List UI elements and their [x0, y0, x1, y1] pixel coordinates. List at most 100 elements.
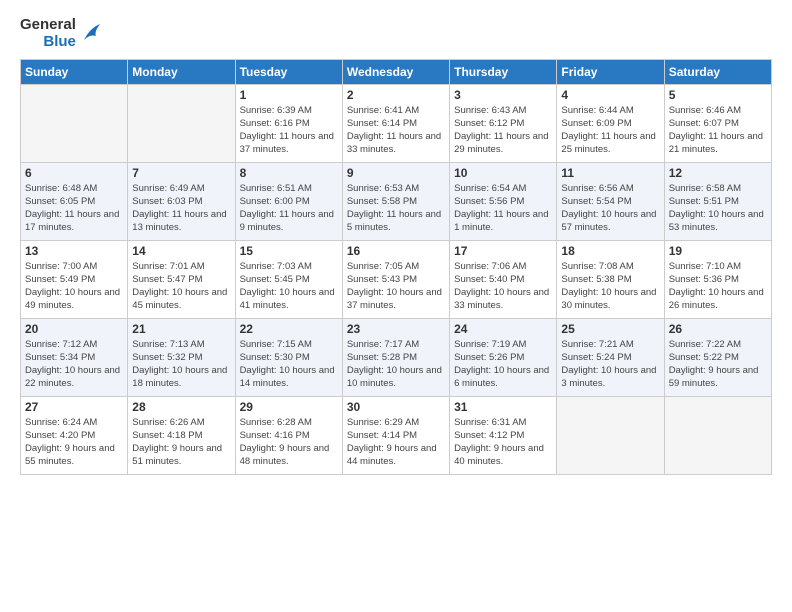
- day-info: Sunrise: 7:15 AM Sunset: 5:30 PM Dayligh…: [240, 338, 338, 391]
- calendar-cell: 11 Sunrise: 6:56 AM Sunset: 5:54 PM Dayli…: [557, 162, 664, 240]
- col-header-wednesday: Wednesday: [342, 59, 449, 84]
- calendar-cell: 1Sunrise: 6:39 AM Sunset: 6:16 PM Daylig…: [235, 84, 342, 162]
- day-info: Sunrise: 6:43 AM Sunset: 6:12 PM Dayligh…: [454, 104, 552, 157]
- day-info: Sunrise: 6:53 AM Sunset: 5:58 PM Dayligh…: [347, 182, 445, 235]
- day-number: 9: [347, 166, 445, 180]
- day-number: 12: [669, 166, 767, 180]
- day-number: 21: [132, 322, 230, 336]
- day-number: 19: [669, 244, 767, 258]
- calendar-cell: 19 Sunrise: 7:10 AM Sunset: 5:36 PM Dayli…: [664, 240, 771, 318]
- logo-blue: Blue: [43, 33, 76, 50]
- calendar-cell: 23Sunrise: 7:17 AM Sunset: 5:28 PM Dayli…: [342, 318, 449, 396]
- calendar-cell: [664, 396, 771, 474]
- calendar-cell: 13Sunrise: 7:00 AM Sunset: 5:49 PM Dayli…: [21, 240, 128, 318]
- day-info: Sunrise: 7:06 AM Sunset: 5:40 PM Dayligh…: [454, 260, 552, 313]
- day-info: Sunrise: 7:17 AM Sunset: 5:28 PM Dayligh…: [347, 338, 445, 391]
- calendar-cell: 26 Sunrise: 7:22 AM Sunset: 5:22 PM Dayli…: [664, 318, 771, 396]
- calendar-week-1: 1Sunrise: 6:39 AM Sunset: 6:16 PM Daylig…: [21, 84, 772, 162]
- day-info: Sunrise: 7:21 AM Sunset: 5:24 PM Dayligh…: [561, 338, 659, 391]
- calendar-cell: 6 Sunrise: 6:48 AM Sunset: 6:05 PM Daylig…: [21, 162, 128, 240]
- day-number: 15: [240, 244, 338, 258]
- day-number: 24: [454, 322, 552, 336]
- col-header-monday: Monday: [128, 59, 235, 84]
- day-info: Sunrise: 6:26 AM Sunset: 4:18 PM Dayligh…: [132, 416, 230, 469]
- calendar-cell: 12 Sunrise: 6:58 AM Sunset: 5:51 PM Dayli…: [664, 162, 771, 240]
- day-info: Sunrise: 6:29 AM Sunset: 4:14 PM Dayligh…: [347, 416, 445, 469]
- calendar-cell: 16 Sunrise: 7:05 AM Sunset: 5:43 PM Dayli…: [342, 240, 449, 318]
- col-header-tuesday: Tuesday: [235, 59, 342, 84]
- day-info: Sunrise: 6:49 AM Sunset: 6:03 PM Dayligh…: [132, 182, 230, 235]
- calendar-cell: 10 Sunrise: 6:54 AM Sunset: 5:56 PM Dayli…: [450, 162, 557, 240]
- day-info: Sunrise: 6:58 AM Sunset: 5:51 PM Dayligh…: [669, 182, 767, 235]
- calendar-week-4: 20 Sunrise: 7:12 AM Sunset: 5:34 PM Dayli…: [21, 318, 772, 396]
- day-info: Sunrise: 6:54 AM Sunset: 5:56 PM Dayligh…: [454, 182, 552, 235]
- day-number: 27: [25, 400, 123, 414]
- day-info: Sunrise: 7:10 AM Sunset: 5:36 PM Dayligh…: [669, 260, 767, 313]
- day-info: Sunrise: 6:41 AM Sunset: 6:14 PM Dayligh…: [347, 104, 445, 157]
- day-number: 3: [454, 88, 552, 102]
- day-info: Sunrise: 6:31 AM Sunset: 4:12 PM Dayligh…: [454, 416, 552, 469]
- day-number: 18: [561, 244, 659, 258]
- calendar-cell: [557, 396, 664, 474]
- day-info: Sunrise: 7:08 AM Sunset: 5:38 PM Dayligh…: [561, 260, 659, 313]
- col-header-friday: Friday: [557, 59, 664, 84]
- day-info: Sunrise: 6:44 AM Sunset: 6:09 PM Dayligh…: [561, 104, 659, 157]
- day-info: Sunrise: 6:56 AM Sunset: 5:54 PM Dayligh…: [561, 182, 659, 235]
- logo-general: General: [20, 16, 76, 33]
- logo-bird-icon: [80, 22, 102, 44]
- calendar-page: General Blue SundayMondayTuesdayWednesda…: [0, 0, 792, 612]
- day-number: 11: [561, 166, 659, 180]
- day-number: 7: [132, 166, 230, 180]
- calendar-cell: 29Sunrise: 6:28 AM Sunset: 4:16 PM Dayli…: [235, 396, 342, 474]
- day-info: Sunrise: 6:46 AM Sunset: 6:07 PM Dayligh…: [669, 104, 767, 157]
- day-number: 14: [132, 244, 230, 258]
- calendar-cell: 2 Sunrise: 6:41 AM Sunset: 6:14 PM Daylig…: [342, 84, 449, 162]
- day-info: Sunrise: 7:19 AM Sunset: 5:26 PM Dayligh…: [454, 338, 552, 391]
- calendar-cell: 22 Sunrise: 7:15 AM Sunset: 5:30 PM Dayli…: [235, 318, 342, 396]
- day-number: 8: [240, 166, 338, 180]
- header: General Blue: [20, 16, 772, 51]
- day-number: 20: [25, 322, 123, 336]
- day-number: 28: [132, 400, 230, 414]
- day-number: 13: [25, 244, 123, 258]
- calendar-cell: 7 Sunrise: 6:49 AM Sunset: 6:03 PM Daylig…: [128, 162, 235, 240]
- day-number: 26: [669, 322, 767, 336]
- calendar-cell: 17 Sunrise: 7:06 AM Sunset: 5:40 PM Dayli…: [450, 240, 557, 318]
- calendar-cell: 28 Sunrise: 6:26 AM Sunset: 4:18 PM Dayli…: [128, 396, 235, 474]
- calendar-week-2: 6 Sunrise: 6:48 AM Sunset: 6:05 PM Daylig…: [21, 162, 772, 240]
- day-number: 30: [347, 400, 445, 414]
- calendar-cell: 24 Sunrise: 7:19 AM Sunset: 5:26 PM Dayli…: [450, 318, 557, 396]
- col-header-saturday: Saturday: [664, 59, 771, 84]
- calendar-week-5: 27Sunrise: 6:24 AM Sunset: 4:20 PM Dayli…: [21, 396, 772, 474]
- logo: General Blue: [20, 16, 102, 51]
- day-number: 22: [240, 322, 338, 336]
- calendar-cell: 18 Sunrise: 7:08 AM Sunset: 5:38 PM Dayli…: [557, 240, 664, 318]
- calendar-cell: 14 Sunrise: 7:01 AM Sunset: 5:47 PM Dayli…: [128, 240, 235, 318]
- day-number: 2: [347, 88, 445, 102]
- day-number: 31: [454, 400, 552, 414]
- day-number: 6: [25, 166, 123, 180]
- day-info: Sunrise: 6:51 AM Sunset: 6:00 PM Dayligh…: [240, 182, 338, 235]
- calendar-cell: 8 Sunrise: 6:51 AM Sunset: 6:00 PM Daylig…: [235, 162, 342, 240]
- calendar-cell: 25 Sunrise: 7:21 AM Sunset: 5:24 PM Dayli…: [557, 318, 664, 396]
- day-info: Sunrise: 7:01 AM Sunset: 5:47 PM Dayligh…: [132, 260, 230, 313]
- day-number: 5: [669, 88, 767, 102]
- calendar-cell: [21, 84, 128, 162]
- calendar-cell: 4Sunrise: 6:44 AM Sunset: 6:09 PM Daylig…: [557, 84, 664, 162]
- day-number: 10: [454, 166, 552, 180]
- calendar-cell: [128, 84, 235, 162]
- calendar-cell: 21Sunrise: 7:13 AM Sunset: 5:32 PM Dayli…: [128, 318, 235, 396]
- col-header-sunday: Sunday: [21, 59, 128, 84]
- day-info: Sunrise: 6:48 AM Sunset: 6:05 PM Dayligh…: [25, 182, 123, 235]
- calendar-table: SundayMondayTuesdayWednesdayThursdayFrid…: [20, 59, 772, 475]
- day-info: Sunrise: 7:05 AM Sunset: 5:43 PM Dayligh…: [347, 260, 445, 313]
- calendar-cell: 3 Sunrise: 6:43 AM Sunset: 6:12 PM Daylig…: [450, 84, 557, 162]
- day-number: 25: [561, 322, 659, 336]
- day-number: 17: [454, 244, 552, 258]
- day-info: Sunrise: 7:12 AM Sunset: 5:34 PM Dayligh…: [25, 338, 123, 391]
- calendar-week-3: 13Sunrise: 7:00 AM Sunset: 5:49 PM Dayli…: [21, 240, 772, 318]
- calendar-cell: 15Sunrise: 7:03 AM Sunset: 5:45 PM Dayli…: [235, 240, 342, 318]
- day-info: Sunrise: 7:22 AM Sunset: 5:22 PM Dayligh…: [669, 338, 767, 391]
- day-number: 16: [347, 244, 445, 258]
- col-header-thursday: Thursday: [450, 59, 557, 84]
